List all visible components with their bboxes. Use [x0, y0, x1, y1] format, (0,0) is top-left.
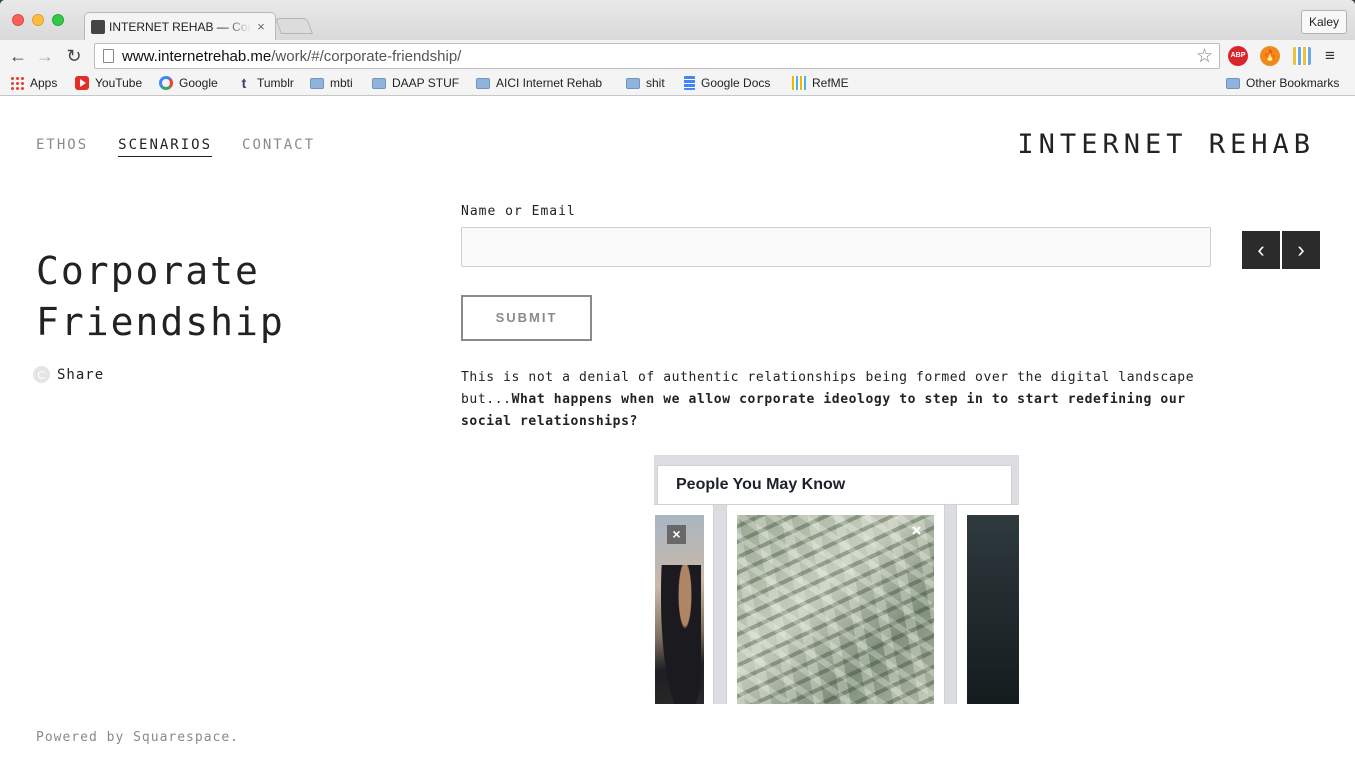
bookmark-tumblr[interactable]: t Tumblr [237, 76, 294, 90]
address-bar[interactable]: www.internetrehab.me/work/#/corporate-fr… [94, 43, 1220, 69]
fire-extension-icon[interactable]: 🔥 [1260, 46, 1280, 66]
page-title: Corporate Friendship [36, 246, 285, 348]
bookmark-label: AICI Internet Rehab [496, 76, 603, 90]
url-host: www.internetrehab.me [122, 47, 272, 65]
money-photo [737, 515, 934, 704]
refme-icon [792, 76, 806, 90]
google-icon [159, 76, 173, 90]
bookmark-google[interactable]: Google [159, 76, 218, 90]
bookmark-label: DAAP STUF [392, 76, 460, 90]
youtube-icon [75, 76, 89, 90]
suggestion-card: × [726, 504, 945, 704]
person-photo [967, 515, 1019, 704]
browser-window: INTERNET REHAB — Corporate Friendship × … [0, 0, 1355, 774]
bars-extension-icon[interactable] [1293, 47, 1311, 65]
bookmark-label: Google Docs [701, 76, 771, 90]
tab-bar: INTERNET REHAB — Corporate Friendship × … [0, 0, 1355, 40]
name-email-input[interactable] [461, 227, 1211, 267]
url-path: /work/#/corporate-friendship/ [271, 47, 462, 65]
bookmark-google-docs[interactable]: Google Docs [684, 76, 770, 90]
share-button[interactable]: Share [33, 366, 104, 383]
maximize-window-button[interactable] [52, 14, 64, 26]
suggestion-card: × [654, 504, 714, 704]
bookmark-folder-aici[interactable]: AICI Internet Rehab [476, 76, 610, 90]
page-title-line-2: Friendship [36, 300, 285, 344]
minimize-window-button[interactable] [32, 14, 44, 26]
bookmarks-bar: Apps YouTube Google t Tumblr mbti DAAP S… [0, 72, 1355, 96]
share-icon [33, 366, 50, 383]
body-bold: What happens when we allow corporate ide… [461, 392, 1186, 429]
share-label: Share [57, 366, 105, 383]
nav-contact[interactable]: CONTACT [242, 137, 315, 157]
forward-arrow-icon[interactable]: → [34, 45, 56, 67]
nav-ethos[interactable]: ETHOS [36, 137, 88, 157]
bookmark-other-bookmarks[interactable]: Other Bookmarks [1226, 76, 1339, 90]
page-icon [103, 49, 114, 63]
site-favicon-icon [91, 19, 105, 34]
bookmark-youtube[interactable]: YouTube [75, 76, 142, 90]
folder-icon [626, 77, 640, 89]
submit-button[interactable]: SUBMIT [461, 295, 592, 341]
post-body-text: This is not a denial of authentic relati… [461, 367, 1221, 433]
suggestion-card [956, 504, 1019, 704]
browser-tab-active[interactable]: INTERNET REHAB — Corporate Friendship × [84, 12, 276, 40]
nav-scenarios[interactable]: SCENARIOS [118, 137, 213, 157]
bookmark-apps[interactable]: Apps [10, 76, 57, 90]
people-you-may-know-screenshot: × × People You May Know [654, 455, 1019, 704]
browser-toolbar: ← → ↻ www.internetrehab.me/work/#/corpor… [0, 40, 1355, 72]
bookmark-refme[interactable]: RefME [792, 76, 849, 90]
web-page: ETHOS SCENARIOS CONTACT INTERNET REHAB C… [0, 97, 1355, 774]
tab-title: INTERNET REHAB — Corporate Friendship [109, 19, 251, 34]
reload-icon[interactable]: ↻ [63, 45, 85, 67]
bookmark-label: Google [179, 76, 218, 90]
back-arrow-icon[interactable]: ← [7, 45, 29, 67]
adblock-plus-icon[interactable]: ABP [1228, 46, 1248, 66]
next-arrow-button[interactable]: › [1282, 231, 1320, 269]
bookmark-folder-shit[interactable]: shit [626, 76, 665, 90]
previous-arrow-button[interactable]: ‹ [1242, 231, 1280, 269]
tab-close-icon[interactable]: × [255, 19, 267, 34]
bookmark-label: Apps [30, 76, 58, 90]
close-icon: × [911, 521, 922, 540]
name-email-label: Name or Email [461, 204, 576, 219]
close-window-button[interactable] [12, 14, 24, 26]
folder-icon [372, 77, 386, 89]
close-icon: × [667, 525, 686, 544]
folder-icon [310, 77, 324, 89]
bookmark-star-icon[interactable]: ☆ [1196, 45, 1213, 68]
page-title-line-1: Corporate [36, 249, 260, 293]
pymk-heading: People You May Know [657, 465, 1012, 505]
docs-icon [684, 76, 695, 90]
bookmark-label: Tumblr [257, 76, 294, 90]
bookmark-label: Other Bookmarks [1246, 76, 1340, 90]
menu-icon[interactable]: ≡ [1325, 46, 1335, 66]
bookmark-label: RefME [812, 76, 849, 90]
folder-icon [476, 77, 490, 89]
site-nav: ETHOS SCENARIOS CONTACT [36, 137, 315, 157]
profile-button[interactable]: Kaley [1300, 10, 1347, 34]
folder-icon [1226, 77, 1240, 89]
bookmark-folder-mbti[interactable]: mbti [310, 76, 353, 90]
bookmark-label: YouTube [95, 76, 143, 90]
bookmark-label: shit [646, 76, 665, 90]
new-tab-button[interactable] [275, 18, 313, 34]
apps-icon [10, 76, 24, 90]
site-title[interactable]: INTERNET REHAB [1017, 129, 1315, 160]
bookmark-label: mbti [330, 76, 353, 90]
tumblr-icon: t [241, 75, 247, 91]
bookmark-folder-daap[interactable]: DAAP STUF [372, 76, 459, 90]
footer-powered-by[interactable]: Powered by Squarespace. [36, 730, 239, 745]
